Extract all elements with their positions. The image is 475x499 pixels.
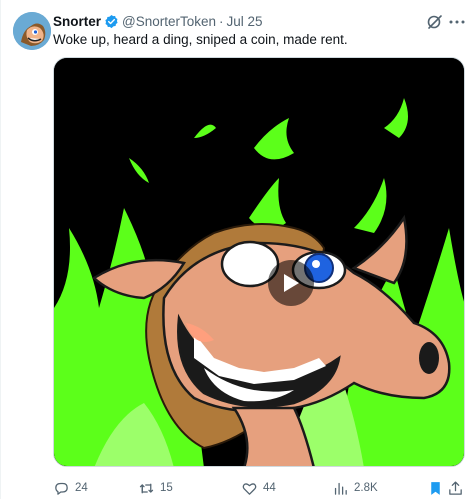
verified-badge-icon — [105, 14, 118, 28]
author-handle[interactable]: @SnorterToken — [122, 14, 216, 29]
heart-icon — [242, 482, 257, 495]
tweet-text: Woke up, heard a ding, sniped a coin, ma… — [53, 32, 348, 47]
views-chart-icon — [334, 482, 347, 495]
tweet-date[interactable]: Jul 25 — [227, 14, 263, 29]
like-count: 44 — [263, 482, 276, 494]
tweet-header: Snorter @SnorterToken · Jul 25 — [53, 12, 263, 30]
timeline-border — [0, 0, 1, 499]
reply-button[interactable]: 24 — [53, 478, 88, 498]
like-button[interactable]: 44 — [241, 478, 276, 498]
tweet-actions: 24 15 44 2.8K — [53, 478, 465, 498]
separator-dot: · — [219, 13, 224, 29]
bookmark-button[interactable] — [427, 478, 449, 498]
tweet-video[interactable] — [53, 57, 465, 467]
repost-icon — [139, 483, 154, 493]
video-thumbnail — [54, 58, 464, 466]
play-icon — [284, 274, 299, 292]
share-button[interactable] — [447, 478, 469, 498]
author-name[interactable]: Snorter — [53, 14, 101, 29]
reply-icon — [55, 482, 68, 495]
reply-count: 24 — [75, 482, 88, 494]
grok-icon[interactable] — [425, 12, 445, 32]
view-count: 2.8K — [354, 482, 378, 494]
repost-count: 15 — [160, 482, 173, 494]
share-icon — [449, 480, 462, 495]
repost-button[interactable]: 15 — [138, 478, 173, 498]
avatar[interactable] — [13, 12, 51, 50]
views-button[interactable]: 2.8K — [332, 478, 378, 498]
bookmark-icon — [431, 481, 440, 495]
more-options-icon[interactable] — [447, 13, 467, 31]
play-button[interactable] — [268, 260, 314, 306]
